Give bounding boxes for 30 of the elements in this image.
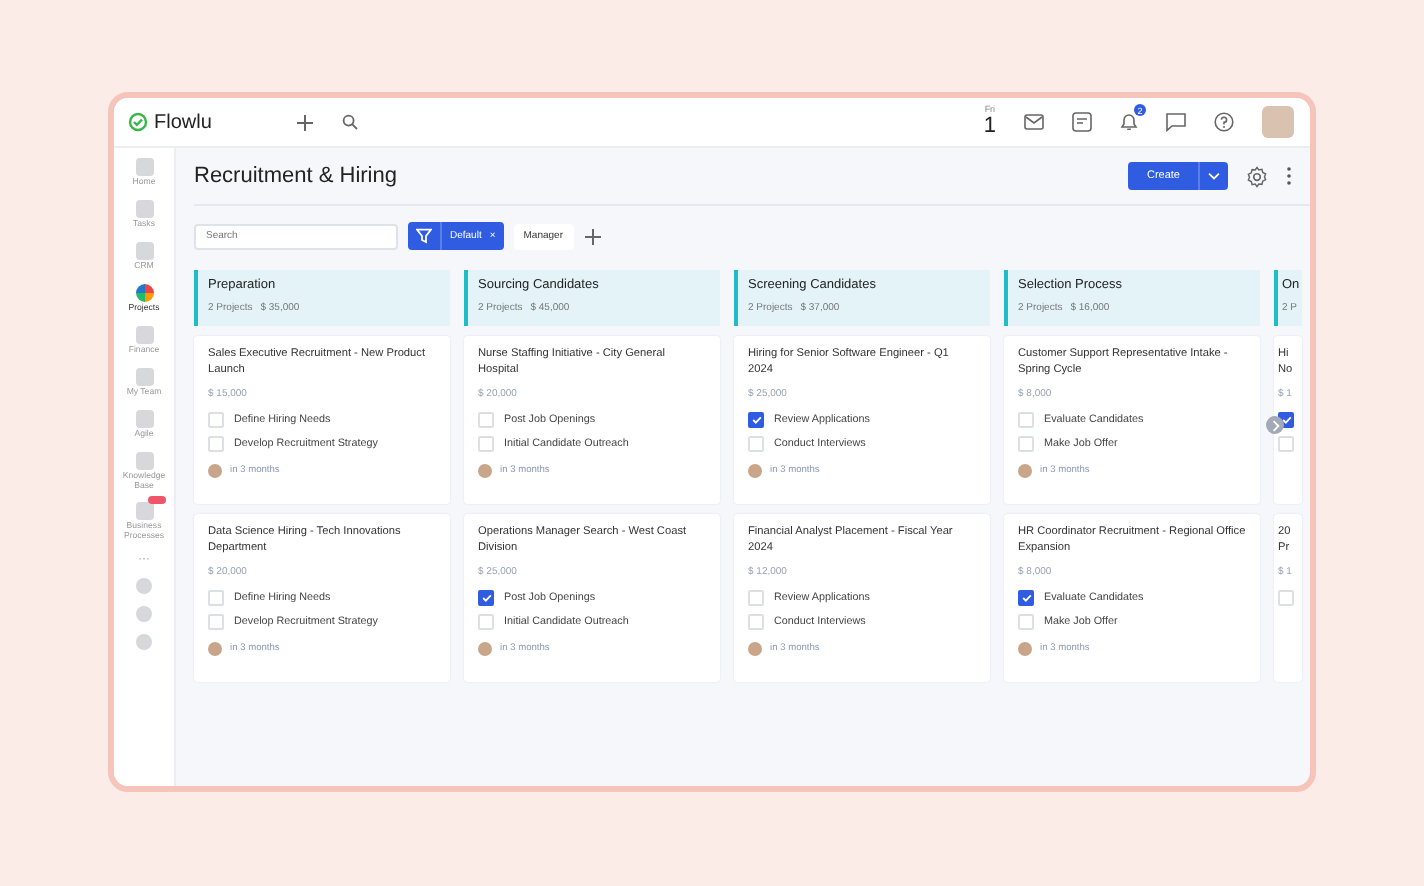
assignee-avatar <box>478 464 492 478</box>
check-circle-icon <box>128 112 148 132</box>
mail-icon[interactable] <box>1024 114 1044 130</box>
bell-icon[interactable] <box>1120 112 1138 132</box>
more-icon[interactable] <box>1286 166 1292 186</box>
search-icon[interactable] <box>342 114 358 130</box>
settings-icon[interactable] <box>1246 165 1268 187</box>
assignee-avatar <box>748 464 762 478</box>
assignee-avatar <box>1018 464 1032 478</box>
brand-name: Flowlu <box>154 111 212 133</box>
assignee-avatar <box>208 464 222 478</box>
help-icon[interactable] <box>1214 112 1234 132</box>
date-number: 1 <box>983 115 996 138</box>
task-checkbox[interactable] <box>478 590 494 606</box>
scroll-right-button[interactable] <box>1266 416 1284 434</box>
page-title: Recruitment & Hiring <box>194 164 397 188</box>
caret-icon <box>1208 172 1220 180</box>
task-checkbox[interactable] <box>1018 590 1034 606</box>
filter-icon <box>416 228 432 244</box>
assignee-avatar <box>1018 642 1032 656</box>
chat-icon[interactable] <box>1166 112 1186 132</box>
note-icon[interactable] <box>1072 112 1092 132</box>
plus-icon[interactable] <box>296 113 314 131</box>
assignee-avatar <box>748 642 762 656</box>
status-pill <box>147 496 165 505</box>
assignee-avatar <box>478 642 492 656</box>
task-checkbox[interactable] <box>748 412 764 428</box>
user-avatar[interactable] <box>1262 106 1294 138</box>
assignee-avatar <box>208 642 222 656</box>
plus-icon[interactable] <box>583 227 601 245</box>
